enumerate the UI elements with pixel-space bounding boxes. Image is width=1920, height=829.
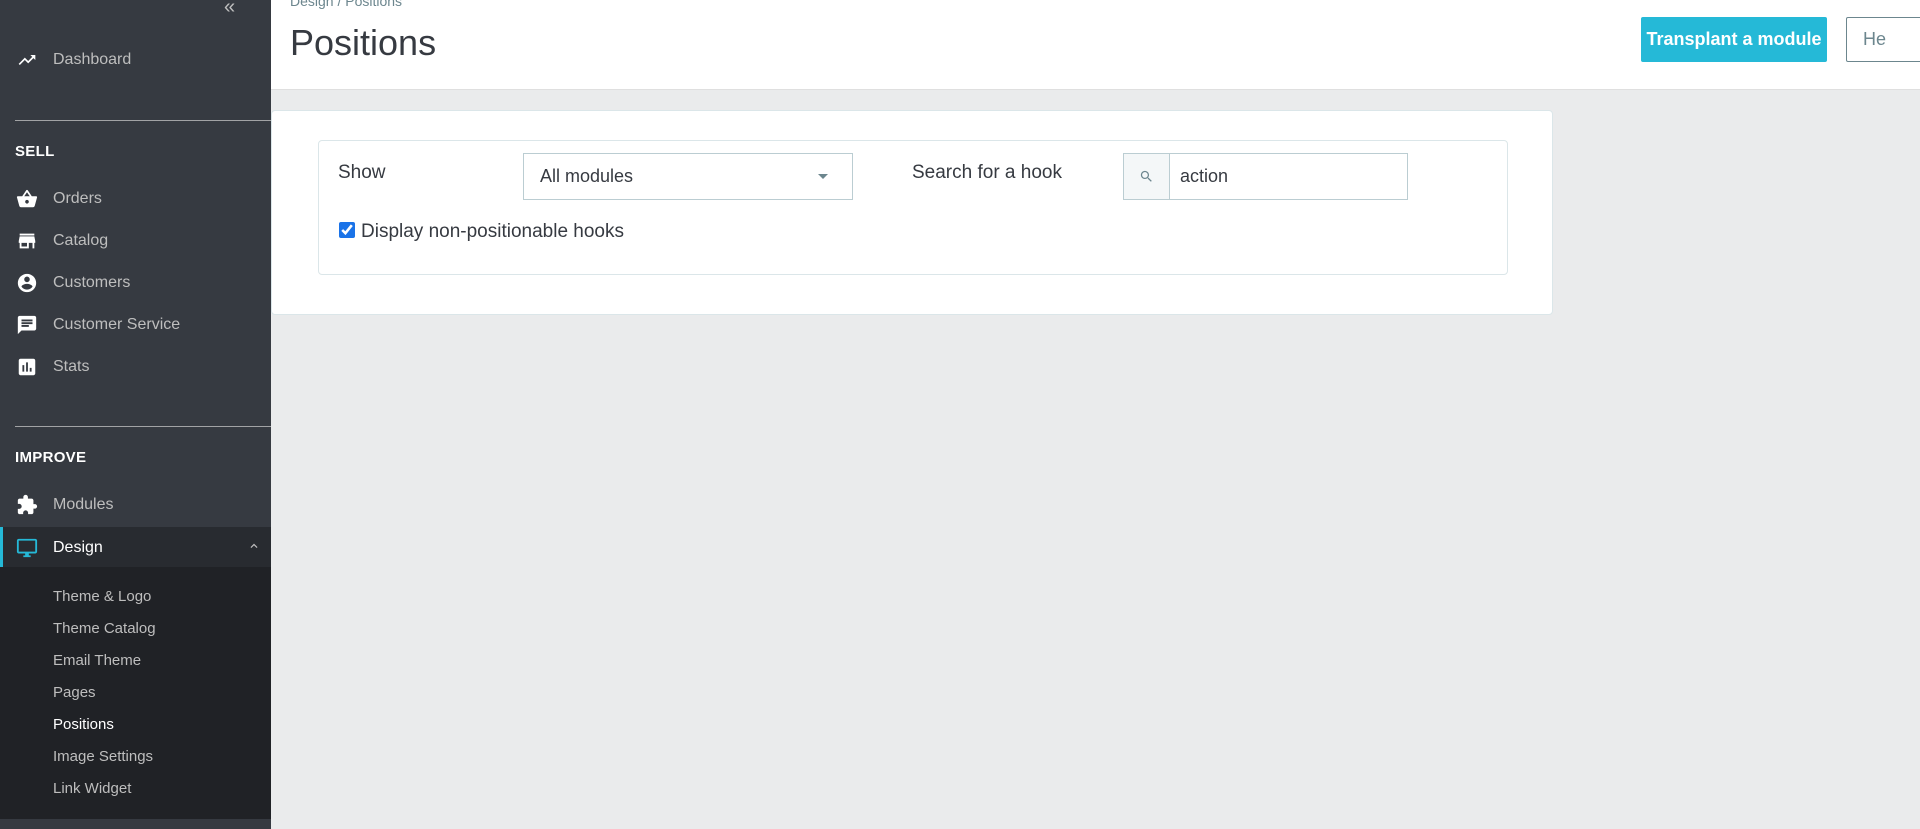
sidebar-item-label: Modules: [53, 496, 114, 513]
sidebar-divider: [15, 120, 271, 121]
sidebar: « Dashboard SELL Orders Catalog Customer…: [0, 0, 271, 829]
sidebar-item-label: Customer Service: [53, 316, 181, 333]
submenu-item-email-theme[interactable]: Email Theme: [53, 652, 141, 669]
search-hook-label: Search for a hook: [912, 162, 1062, 183]
sidebar-item-catalog[interactable]: Catalog: [0, 221, 271, 261]
submenu-item-link-widget[interactable]: Link Widget: [53, 780, 131, 797]
design-submenu: Theme & Logo Theme Catalog Email Theme P…: [0, 567, 271, 819]
positions-card: [271, 110, 1553, 315]
show-select-value: All modules: [540, 166, 634, 186]
account-circle-icon: [15, 271, 39, 295]
sidebar-item-design[interactable]: Design: [0, 527, 271, 568]
sidebar-footer: [0, 819, 271, 829]
section-title-improve: IMPROVE: [15, 449, 87, 466]
page-title: Positions: [290, 22, 437, 63]
page-header: Design / Positions Positions Transplant …: [271, 0, 1920, 90]
submenu-item-image-settings[interactable]: Image Settings: [53, 748, 153, 765]
section-title-sell: SELL: [15, 143, 55, 160]
sidebar-item-customer-service[interactable]: Customer Service: [0, 305, 271, 345]
show-modules-select[interactable]: All modules: [523, 153, 853, 200]
desktop-icon: [15, 536, 39, 560]
caret-down-icon: [818, 174, 828, 179]
sidebar-item-stats[interactable]: Stats: [0, 347, 271, 387]
chevron-up-icon: [247, 539, 261, 558]
sidebar-item-label: Stats: [53, 358, 90, 375]
collapse-sidebar-icon[interactable]: «: [224, 0, 246, 18]
sidebar-divider: [15, 426, 271, 427]
search-hook-group: [1123, 153, 1408, 200]
sidebar-item-customers[interactable]: Customers: [0, 263, 271, 303]
sidebar-item-orders[interactable]: Orders: [0, 179, 271, 219]
puzzle-icon: [15, 493, 39, 517]
submenu-item-positions[interactable]: Positions: [53, 716, 114, 733]
trending-up-icon: [15, 48, 39, 72]
basket-icon: [15, 187, 39, 211]
show-label: Show: [338, 162, 386, 183]
submenu-item-theme-catalog[interactable]: Theme Catalog: [53, 620, 156, 637]
sidebar-item-label: Orders: [53, 190, 102, 207]
display-non-positionable-hooks-checkbox[interactable]: [339, 222, 355, 238]
help-button[interactable]: He: [1846, 17, 1920, 62]
sidebar-item-dashboard[interactable]: Dashboard: [0, 40, 271, 80]
sidebar-item-label: Catalog: [53, 232, 109, 249]
store-icon: [15, 229, 39, 253]
submenu-item-theme-logo[interactable]: Theme & Logo: [53, 588, 151, 605]
transplant-module-button[interactable]: Transplant a module: [1641, 17, 1827, 62]
bar-chart-icon: [15, 355, 39, 379]
sidebar-item-label: Customers: [53, 274, 131, 291]
breadcrumb[interactable]: Design / Positions: [290, 0, 402, 9]
search-hook-input[interactable]: [1170, 154, 1407, 199]
display-non-positionable-hooks-label[interactable]: Display non-positionable hooks: [361, 221, 624, 243]
search-icon: [1124, 154, 1170, 199]
sidebar-item-label: Dashboard: [53, 51, 132, 68]
sidebar-item-modules[interactable]: Modules: [0, 485, 271, 525]
chat-icon: [15, 313, 39, 337]
sidebar-item-label: Design: [53, 538, 103, 556]
submenu-item-pages[interactable]: Pages: [53, 684, 96, 701]
